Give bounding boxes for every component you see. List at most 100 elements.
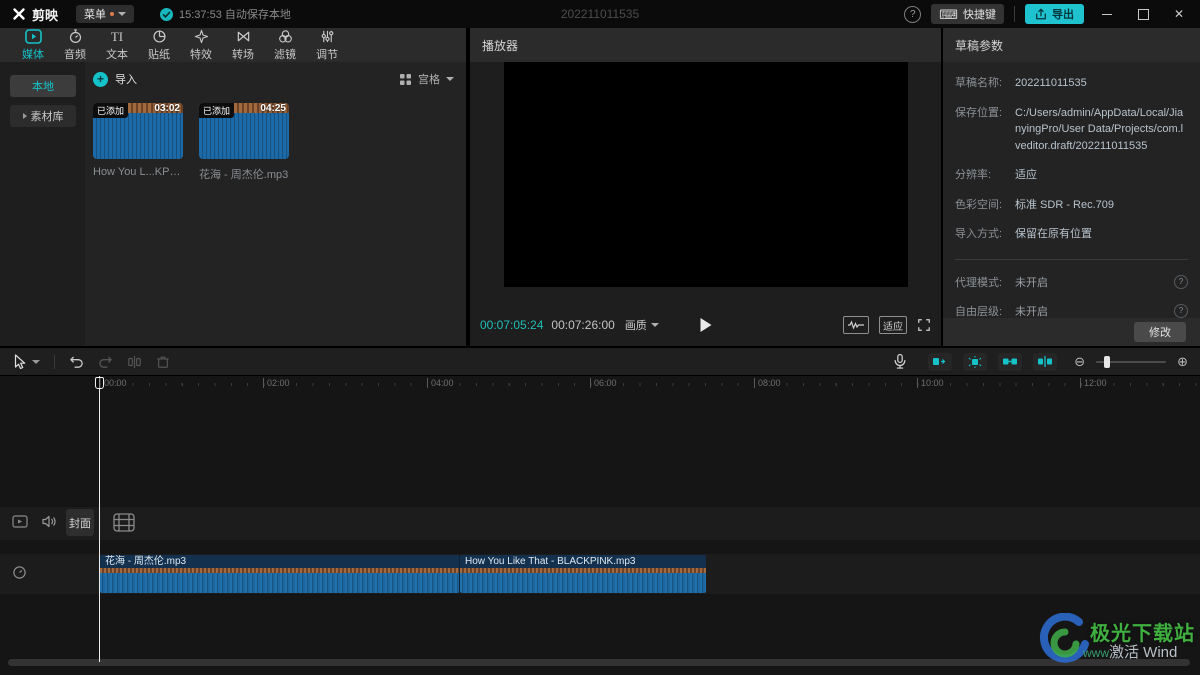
horizontal-scrollbar[interactable] [8, 659, 1190, 666]
timeline-ruler[interactable]: 00:00 02:00 04:00 06:00 08:00 10:00 12:0… [0, 376, 1200, 390]
tab-label: 文本 [106, 46, 128, 62]
tab-transition[interactable]: 转场 [222, 28, 264, 62]
playhead-handle[interactable] [95, 377, 104, 389]
delete-icon[interactable] [156, 355, 170, 369]
split-icon[interactable] [127, 355, 142, 369]
select-tool-icon[interactable] [12, 354, 26, 369]
modify-button[interactable]: 修改 [1134, 322, 1186, 342]
hide-video-track-icon[interactable] [12, 515, 28, 528]
draft-parameters-panel: 草稿参数 草稿名称: 202211011535 保存位置: C:/Users/a… [943, 28, 1200, 346]
field-value: 未开启 [1015, 275, 1174, 292]
player-controls: 00:07:05:24 00:07:26:00 画质 适应 [470, 310, 941, 340]
tab-effects[interactable]: 特效 [180, 28, 222, 62]
library-sidebar: 本地 素材库 [0, 62, 85, 346]
tab-text[interactable]: TI 文本 [96, 28, 138, 62]
timeline-clip-howyoulikethat[interactable]: How You Like That - BLACKPINK.mp3 [460, 555, 706, 593]
view-mode-dropdown[interactable]: 宫格 [418, 71, 440, 87]
divider [54, 355, 55, 369]
draft-panel-footer: 修改 [943, 318, 1200, 346]
media-name: How You L...KPINK.mp3 [93, 166, 183, 178]
quality-label: 画质 [625, 317, 647, 333]
waveform-preview-button[interactable] [843, 316, 869, 334]
tab-label: 转场 [232, 46, 254, 62]
field-label: 分辨率: [955, 167, 1015, 184]
view-controls: 宫格 [399, 71, 454, 87]
field-save-location: 保存位置: C:/Users/admin/AppData/Local/Jiany… [955, 105, 1188, 155]
help-button[interactable]: ? [904, 6, 921, 23]
duration-label: 03:02 [154, 103, 180, 114]
tab-label: 媒体 [22, 46, 44, 62]
tab-media[interactable]: 媒体 [12, 28, 54, 62]
linkage-toggle[interactable] [998, 353, 1022, 371]
play-button[interactable] [699, 317, 713, 333]
close-button[interactable]: ✕ [1166, 3, 1192, 25]
undo-icon[interactable] [69, 355, 84, 369]
tab-adjust[interactable]: 调节 [306, 28, 348, 62]
quality-dropdown[interactable]: 画质 [625, 317, 659, 333]
media-card[interactable]: 已添加 03:02 How You L...KPINK.mp3 [93, 103, 183, 182]
ruler-label: 08:00 [754, 378, 781, 388]
media-name: 花海 - 周杰伦.mp3 [199, 166, 289, 182]
tab-sticker[interactable]: 贴纸 [138, 28, 180, 62]
audio-icon [68, 29, 83, 44]
draft-fields: 草稿名称: 202211011535 保存位置: C:/Users/admin/… [943, 62, 1200, 321]
divider [1014, 6, 1015, 22]
zoom-in-icon[interactable]: ⊕ [1177, 355, 1188, 368]
jianying-logo-icon [12, 7, 26, 21]
tab-filter[interactable]: 滤镜 [264, 28, 306, 62]
added-badge: 已添加 [199, 103, 234, 118]
timeline-area: 00:00 02:00 04:00 06:00 08:00 10:00 12:0… [0, 376, 1200, 675]
sticker-icon [152, 29, 167, 44]
sidebar-item-local[interactable]: 本地 [10, 75, 76, 97]
tab-audio[interactable]: 音频 [54, 28, 96, 62]
media-icon [25, 29, 42, 44]
auto-snap-toggle[interactable] [963, 353, 987, 371]
text-icon: TI [111, 29, 123, 44]
field-draft-name: 草稿名称: 202211011535 [955, 75, 1188, 92]
video-track-lane [0, 507, 1200, 540]
fullscreen-icon[interactable] [917, 318, 931, 332]
select-tool-dropdown-icon[interactable] [32, 360, 40, 364]
menu-button[interactable]: 菜单 [76, 5, 134, 23]
timeline-toolbar: ⊖ ⊕ [0, 348, 1200, 375]
main-track-magnet-toggle[interactable] [928, 353, 952, 371]
zoom-slider-handle[interactable] [1104, 356, 1110, 368]
timeline-zoom-slider[interactable] [1096, 361, 1166, 363]
tab-label: 音频 [64, 46, 86, 62]
info-icon[interactable] [1174, 304, 1188, 318]
player-title: 播放器 [482, 37, 518, 54]
mute-track-icon[interactable] [42, 515, 57, 528]
update-dot [110, 12, 114, 16]
timeline-tools-left [0, 354, 170, 369]
audio-track-icon[interactable] [12, 565, 27, 580]
timeline-clip-huahai[interactable]: 花海 - 周杰伦.mp3 [100, 555, 460, 593]
field-color-space: 色彩空间: 标准 SDR - Rec.709 [955, 197, 1188, 214]
fit-button[interactable]: 适应 [879, 316, 907, 334]
title-bar: 剪映 菜单 15:37:53 自动保存本地 202211011535 ? ⌨ 快… [0, 0, 1200, 28]
cover-button[interactable]: 封面 [66, 509, 94, 536]
film-placeholder-icon[interactable] [113, 513, 135, 532]
media-library-panel: 媒体 音频 TI 文本 贴纸 特效 [0, 28, 466, 346]
field-label: 导入方式: [955, 226, 1015, 243]
ruler-label: 12:00 [1080, 378, 1107, 388]
info-icon[interactable] [1174, 275, 1188, 289]
zoom-out-icon[interactable]: ⊖ [1074, 355, 1085, 368]
import-button[interactable]: + 导入 [93, 71, 137, 87]
titlebar-actions: ? ⌨ 快捷键 导出 ✕ [904, 3, 1200, 25]
preview-axis-toggle[interactable] [1033, 353, 1057, 371]
autosave-status: 15:37:53 自动保存本地 [160, 6, 291, 22]
minimize-button[interactable] [1094, 3, 1120, 25]
video-preview[interactable] [504, 62, 908, 287]
media-card[interactable]: 已添加 04:25 花海 - 周杰伦.mp3 [199, 103, 289, 182]
draft-panel-title: 草稿参数 [955, 37, 1003, 54]
shortcuts-button[interactable]: ⌨ 快捷键 [931, 4, 1004, 24]
sidebar-item-material[interactable]: 素材库 [10, 105, 76, 127]
plus-icon: + [93, 72, 108, 87]
export-button[interactable]: 导出 [1025, 4, 1084, 24]
chevron-down-icon [651, 323, 659, 327]
redo-icon[interactable] [98, 355, 113, 369]
maximize-button[interactable] [1130, 3, 1156, 25]
grid-view-icon[interactable] [399, 73, 412, 86]
record-voiceover-icon[interactable] [893, 353, 907, 370]
playhead[interactable] [99, 376, 100, 662]
